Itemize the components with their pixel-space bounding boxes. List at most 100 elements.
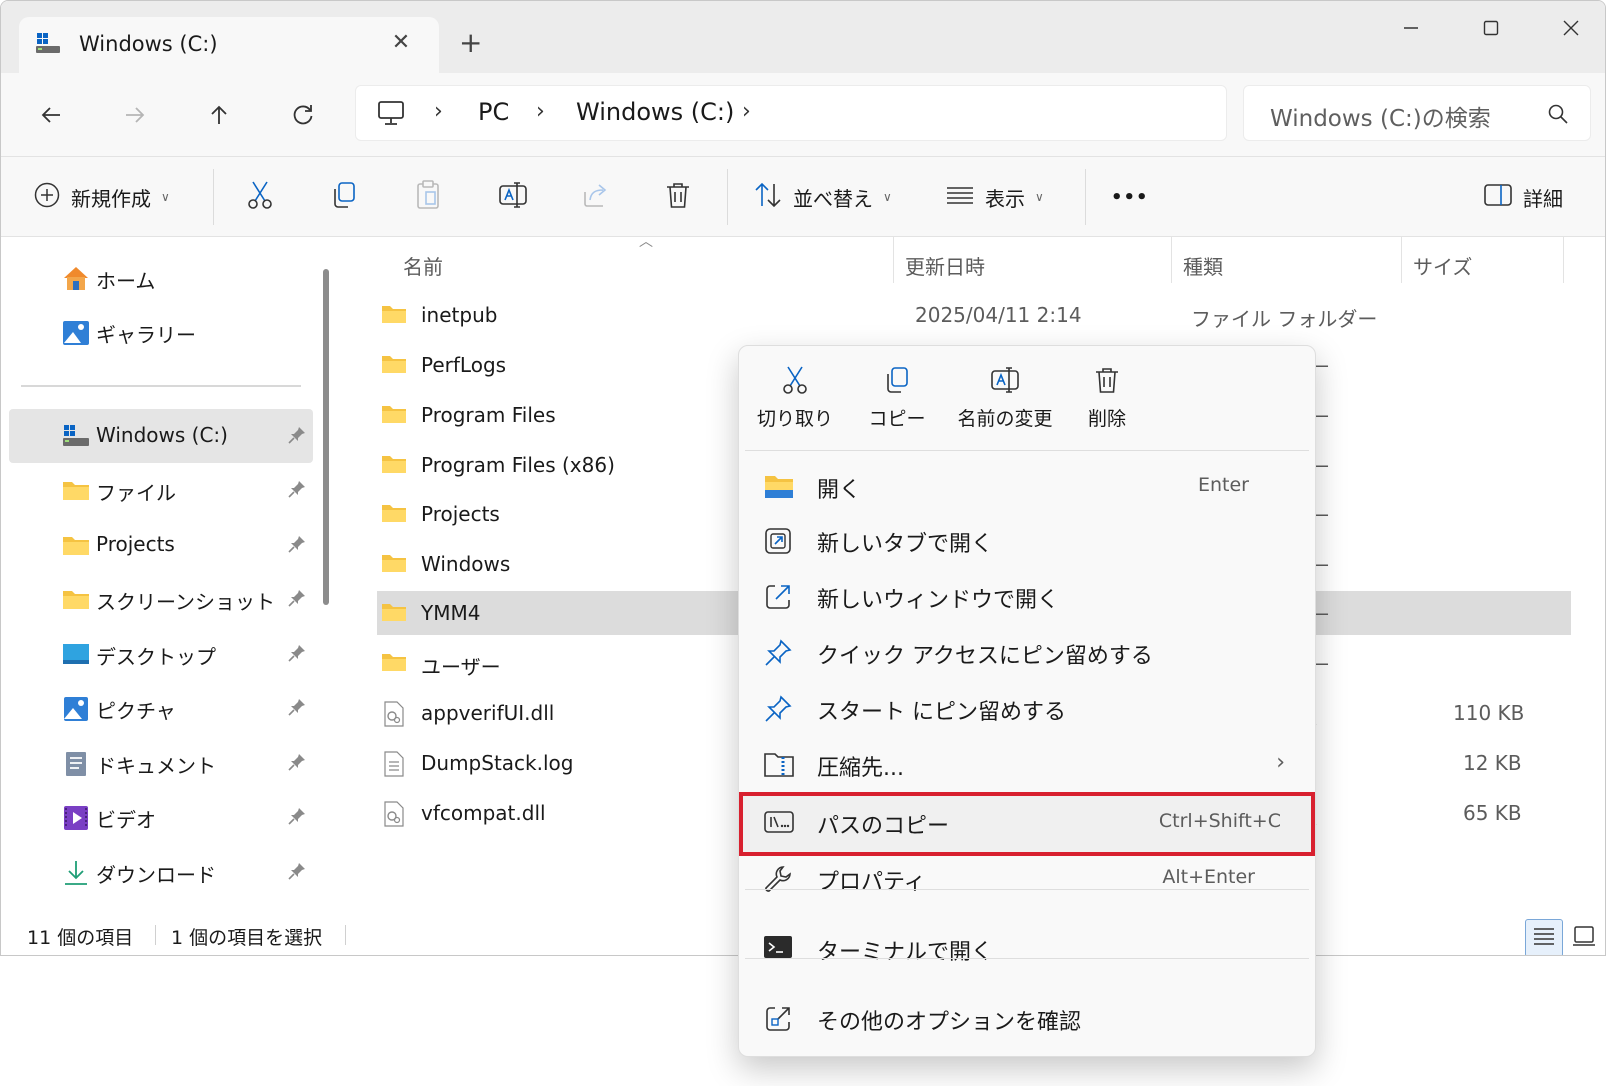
folder-icon [381, 601, 407, 627]
menu-item-pin-start[interactable]: スタート にピン留めする [745, 680, 1309, 736]
sidebar-item-screenshots[interactable]: スクリーンショット [9, 572, 313, 626]
close-window-button[interactable] [1541, 11, 1601, 45]
cut-button[interactable] [245, 175, 275, 219]
more-options-button[interactable]: ••• [1111, 175, 1149, 219]
context-divider [745, 958, 1309, 959]
pin-icon[interactable] [287, 534, 307, 558]
sidebar-item-documents[interactable]: ドキュメント [9, 736, 313, 790]
menu-item-properties[interactable]: プロパティ Alt+Enter [745, 850, 1309, 906]
menu-item-open-new-tab[interactable]: 新しいタブで開く [745, 512, 1309, 568]
divider [727, 169, 728, 225]
sidebar-item-windows-c[interactable]: Windows (C:) [9, 409, 313, 463]
column-divider[interactable] [893, 237, 894, 283]
menu-item-compress[interactable]: 圧縮先... › [745, 736, 1309, 792]
menu-item-open[interactable]: 開く Enter [745, 458, 1309, 514]
sidebar-label: ギャラリー [96, 323, 196, 347]
file-name: DumpStack.log [421, 751, 574, 775]
command-bar: 新規作成 ∨ 並べ替え ∨ 表示 ∨ ••• 詳細 [1, 157, 1605, 237]
delete-button[interactable] [663, 175, 693, 219]
pin-icon[interactable] [287, 479, 307, 503]
column-header-type[interactable]: 種類 [1183, 251, 1223, 280]
menu-item-label: 新しいタブで開く [817, 532, 994, 557]
file-name: inetpub [421, 303, 498, 327]
sort-button[interactable]: 並べ替え ∨ [753, 175, 892, 219]
context-cut-button[interactable]: 切り取り [749, 360, 841, 440]
context-copy-button[interactable]: コピー [851, 360, 943, 440]
sidebar-item-gallery[interactable]: ギャラリー [9, 305, 313, 359]
breadcrumb-pc[interactable]: PC [478, 98, 509, 126]
pin-icon[interactable] [287, 425, 307, 449]
sidebar-item-projects[interactable]: Projects [9, 518, 313, 572]
new-tab-button[interactable]: + [459, 29, 482, 57]
paste-button[interactable] [413, 175, 443, 219]
search-box[interactable]: Windows (C:)の検索 [1243, 85, 1591, 141]
column-header-size[interactable]: サイズ [1413, 251, 1472, 280]
view-button[interactable]: 表示 ∨ [945, 175, 1044, 219]
sidebar-label: ピクチャ [96, 699, 176, 723]
navigation-pane: ホーム ギャラリー Windows (C:) ファイル Projects スクリ… [1, 237, 341, 913]
delete-icon [663, 180, 693, 215]
details-pane-button[interactable]: 詳細 [1483, 175, 1563, 219]
column-divider[interactable] [1401, 237, 1402, 283]
maximize-button[interactable] [1461, 11, 1521, 45]
context-menu: 切り取り コピー 名前の変更 削除 開く Enter 新しいタブで開く 新しいウ… [738, 345, 1316, 1057]
column-divider[interactable] [1171, 237, 1172, 283]
menu-item-label: その他のオプションを確認 [817, 1010, 1082, 1035]
selection-count: 1 個の項目を選択 [171, 927, 323, 949]
pin-icon[interactable] [287, 697, 307, 721]
refresh-icon[interactable] [281, 93, 325, 137]
download-icon [61, 859, 91, 885]
divider [345, 925, 346, 945]
menu-item-more-options[interactable]: その他のオプションを確認 [745, 990, 1309, 1046]
sidebar-item-home[interactable]: ホーム [9, 251, 313, 305]
up-arrow-icon[interactable] [197, 93, 241, 137]
dll-file-icon [381, 701, 407, 731]
menu-item-copy-path[interactable]: パスのコピー Ctrl+Shift+C [745, 794, 1309, 850]
menu-item-open-terminal[interactable]: ターミナルで開く [745, 920, 1309, 976]
column-header-modified[interactable]: 更新日時 [905, 251, 985, 280]
sidebar-item-desktop[interactable]: デスクトップ [9, 627, 313, 681]
menu-item-open-new-window[interactable]: 新しいウィンドウで開く [745, 568, 1309, 624]
tiles-view-button[interactable] [1565, 919, 1603, 955]
sidebar-scrollbar[interactable] [323, 269, 329, 605]
share-button[interactable] [581, 175, 611, 219]
breadcrumb-expand-icon[interactable]: › [742, 99, 751, 124]
menu-item-pin-quick-access[interactable]: クイック アクセスにピン留めする [745, 624, 1309, 680]
pin-icon[interactable] [287, 806, 307, 830]
context-delete-button[interactable]: 削除 [1061, 360, 1153, 440]
view-list-icon [945, 183, 975, 212]
more-options-icon [763, 1004, 795, 1034]
details-view-button[interactable] [1525, 919, 1563, 955]
rename-button[interactable] [497, 175, 529, 219]
cut-icon [749, 360, 841, 400]
file-modified: 2025/04/11 2:14 [915, 303, 1082, 327]
column-divider[interactable] [1563, 237, 1564, 283]
back-arrow-icon[interactable] [29, 93, 73, 137]
rename-icon [945, 360, 1065, 400]
sidebar-item-files[interactable]: ファイル [9, 463, 313, 517]
file-size: 65 KB [1463, 801, 1522, 825]
forward-arrow-icon[interactable] [113, 93, 157, 137]
pin-icon[interactable] [287, 643, 307, 667]
search-placeholder: Windows (C:)の検索 [1270, 106, 1491, 132]
this-pc-icon[interactable] [376, 98, 406, 132]
tab-windows-c[interactable]: Windows (C:) ✕ [19, 17, 439, 73]
table-row[interactable]: inetpub 2025/04/11 2:14 ファイル フォルダー [377, 293, 1571, 337]
column-header-name[interactable]: 名前 [403, 251, 443, 280]
pin-icon[interactable] [287, 861, 307, 885]
folder-icon [61, 477, 91, 503]
pin-icon[interactable] [287, 588, 307, 612]
context-rename-button[interactable]: 名前の変更 [945, 360, 1065, 440]
context-divider [745, 889, 1309, 890]
menu-item-label: ターミナルで開く [817, 940, 994, 965]
address-bar[interactable]: › PC › Windows (C:) › [355, 85, 1227, 141]
sidebar-item-videos[interactable]: ビデオ [9, 790, 313, 844]
copy-button[interactable] [329, 175, 359, 219]
minimize-button[interactable] [1381, 11, 1441, 45]
pin-icon[interactable] [287, 752, 307, 776]
sidebar-item-downloads[interactable]: ダウンロード [9, 845, 313, 899]
sidebar-item-pictures[interactable]: ピクチャ [9, 681, 313, 735]
close-tab-icon[interactable]: ✕ [383, 25, 419, 61]
new-button[interactable]: 新規作成 ∨ [33, 175, 170, 219]
breadcrumb-windows-c[interactable]: Windows (C:) [576, 98, 734, 126]
